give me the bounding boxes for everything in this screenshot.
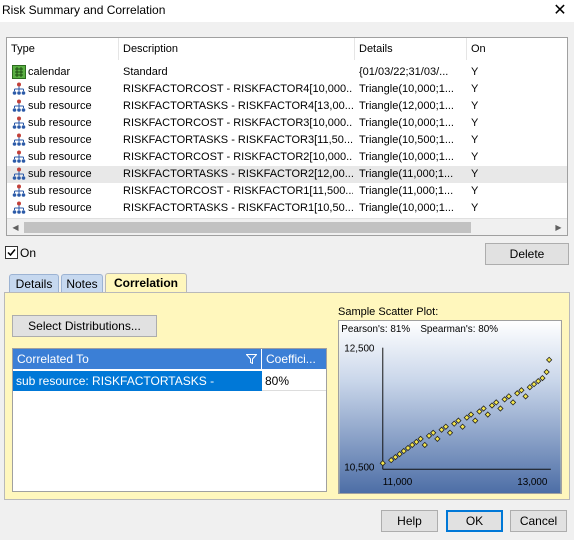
description-cell: RISKFACTORCOST - RISKFACTOR2[10,000... <box>123 151 353 163</box>
type-cell: sub resource <box>28 168 92 180</box>
sub-resource-icon <box>12 99 26 112</box>
help-button[interactable]: Help <box>381 510 438 532</box>
type-cell: calendar <box>28 66 71 78</box>
table-row[interactable]: sub resource RISKFACTORTASKS - RISKFACTOR… <box>7 132 567 149</box>
filter-icon[interactable] <box>246 354 257 364</box>
type-cell: sub resource <box>28 151 92 163</box>
tab-details[interactable]: Details <box>9 274 59 294</box>
title-bar: Risk Summary and Correlation ✕ <box>0 0 574 22</box>
on-cell: Y <box>471 134 479 146</box>
on-checkbox-label: On <box>20 246 37 260</box>
scrollbar-thumb[interactable] <box>24 222 471 233</box>
type-cell: sub resource <box>28 185 92 197</box>
description-cell: RISKFACTORCOST - RISKFACTOR4[10,000... <box>123 83 353 95</box>
sub-resource-icon <box>12 82 26 95</box>
grid-header-correlated-to[interactable]: Correlated To <box>13 349 262 369</box>
details-cell: Triangle(11,000;1... <box>359 168 454 180</box>
cancel-button[interactable]: Cancel <box>510 510 567 532</box>
sub-resource-icon <box>12 150 26 163</box>
grid-header-correlated-to-label: Correlated To <box>17 352 89 366</box>
risk-list[interactable]: Type Description Details On calendar Stan… <box>6 37 568 236</box>
scroll-left-icon[interactable]: ◀ <box>7 219 24 235</box>
window-title: Risk Summary and Correlation <box>2 3 166 17</box>
sub-resource-icon <box>12 184 26 197</box>
details-cell: {01/03/22;31/03/... <box>359 66 449 78</box>
column-header-type[interactable]: Type <box>7 38 119 60</box>
description-cell: RISKFACTORCOST - RISKFACTOR1[11,500... <box>123 185 353 197</box>
pearson-label: Pearson's: 81% <box>341 324 410 335</box>
y-tick-top: 12,500 <box>344 344 375 355</box>
table-row[interactable]: calendar Standard {01/03/22;31/03/... Y <box>7 64 567 81</box>
table-row[interactable]: sub resource RISKFACTORCOST - RISKFACTOR2… <box>7 149 567 166</box>
type-cell: sub resource <box>28 134 92 146</box>
type-cell: sub resource <box>28 83 92 95</box>
on-cell: Y <box>471 117 479 129</box>
description-cell: RISKFACTORCOST - RISKFACTOR3[10,000... <box>123 117 353 129</box>
on-cell: Y <box>471 83 479 95</box>
correlation-grid[interactable]: Correlated To Coeffici... sub resource: … <box>12 348 327 492</box>
details-cell: Triangle(10,000;1... <box>359 83 454 95</box>
column-header-on[interactable]: On <box>467 38 567 60</box>
y-tick-bottom: 10,500 <box>344 462 375 473</box>
coefficient-cell[interactable]: 80% <box>262 371 326 391</box>
table-row[interactable]: sub resource RISKFACTORCOST - RISKFACTOR3… <box>7 115 567 132</box>
details-cell: Triangle(11,000;1... <box>359 185 454 197</box>
description-cell: Standard <box>123 66 168 78</box>
column-header-description[interactable]: Description <box>119 38 355 60</box>
scroll-right-icon[interactable]: ▶ <box>550 219 567 235</box>
table-row[interactable]: sub resource RISKFACTORCOST - RISKFACTOR1… <box>7 183 567 200</box>
column-header-details[interactable]: Details <box>355 38 467 60</box>
type-cell: sub resource <box>28 100 92 112</box>
scatter-plot: Pearson's: 81% Spearman's: 80% 12,500 10… <box>338 320 562 494</box>
details-cell: Triangle(10,000;1... <box>359 151 454 163</box>
table-row[interactable]: sub resource RISKFACTORCOST - RISKFACTOR4… <box>7 81 567 98</box>
on-cell: Y <box>471 185 479 197</box>
details-cell: Triangle(12,000;1... <box>359 100 454 112</box>
on-cell: Y <box>471 151 479 163</box>
calendar-icon <box>12 65 26 79</box>
x-tick-right: 13,000 <box>517 477 548 488</box>
delete-button[interactable]: Delete <box>485 243 569 265</box>
correlated-to-cell[interactable]: sub resource: RISKFACTORTASKS - RISKFACT… <box>13 371 262 408</box>
sub-resource-icon <box>12 116 26 129</box>
close-icon[interactable]: ✕ <box>548 0 572 22</box>
table-row[interactable]: sub resource RISKFACTORTASKS - RISKFACTOR… <box>7 98 567 115</box>
table-row[interactable]: sub resource RISKFACTORTASKS - RISKFACTOR… <box>7 200 567 217</box>
description-cell: RISKFACTORTASKS - RISKFACTOR4[13,00... <box>123 100 353 112</box>
sub-resource-icon <box>12 133 26 146</box>
x-tick-left: 11,000 <box>383 477 413 488</box>
type-cell: sub resource <box>28 202 92 214</box>
on-cell: Y <box>471 202 479 214</box>
details-cell: Triangle(10,500;1... <box>359 134 454 146</box>
details-cell: Triangle(10,000;1... <box>359 117 454 129</box>
sub-resource-icon <box>12 167 26 180</box>
description-cell: RISKFACTORTASKS - RISKFACTOR1[10,50... <box>123 202 353 214</box>
description-cell: RISKFACTORTASKS - RISKFACTOR2[12,00... <box>123 168 353 180</box>
on-cell: Y <box>471 66 479 78</box>
spearman-label: Spearman's: 80% <box>420 324 498 335</box>
on-checkbox[interactable] <box>5 246 18 259</box>
on-cell: Y <box>471 100 479 112</box>
table-row[interactable]: sub resource RISKFACTORTASKS - RISKFACTOR… <box>7 166 567 183</box>
details-cell: Triangle(10,000;1... <box>359 202 454 214</box>
sub-resource-icon <box>12 201 26 214</box>
check-icon <box>7 249 16 257</box>
ok-button[interactable]: OK <box>446 510 503 532</box>
description-cell: RISKFACTORTASKS - RISKFACTOR3[11,50... <box>123 134 353 146</box>
tab-notes[interactable]: Notes <box>61 274 103 294</box>
horizontal-scrollbar[interactable]: ◀ ▶ <box>7 218 567 235</box>
type-cell: sub resource <box>28 117 92 129</box>
select-distributions-button[interactable]: Select Distributions... <box>12 315 157 337</box>
tab-correlation[interactable]: Correlation <box>105 273 187 294</box>
on-cell: Y <box>471 168 479 180</box>
scatter-plot-label: Sample Scatter Plot: <box>338 306 439 318</box>
grid-header-coefficient[interactable]: Coeffici... <box>262 349 326 369</box>
